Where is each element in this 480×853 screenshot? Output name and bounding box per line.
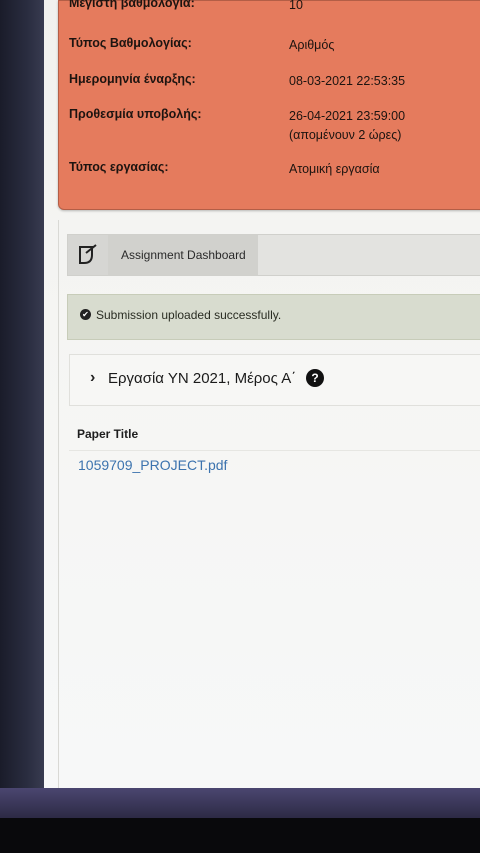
work-type-label: Τύπος εργασίας: bbox=[69, 160, 169, 174]
assignment-title: Εργασία ΥΝ 2021, Μέρος Α΄ bbox=[108, 370, 297, 387]
grade-type-label: Τύπος Βαθμολογίας: bbox=[69, 36, 192, 50]
paper-title-header: Paper Title bbox=[77, 427, 139, 441]
screen: Μέγιστη βαθμολογία: 10 Τύπος Βαθμολογίας… bbox=[44, 0, 480, 790]
help-icon[interactable]: ? bbox=[306, 369, 324, 387]
divider bbox=[69, 450, 480, 451]
tab-assignment-dashboard[interactable]: Assignment Dashboard bbox=[108, 235, 258, 275]
monitor-bezel bbox=[0, 0, 46, 790]
dashboard-icon bbox=[79, 244, 97, 264]
dashboard-icon-box bbox=[68, 235, 108, 275]
chevron-right-icon: › bbox=[90, 369, 96, 386]
tab-assignment-dashboard-label: Assignment Dashboard bbox=[121, 248, 246, 262]
assignment-expander[interactable]: › Εργασία ΥΝ 2021, Μέρος Α΄ ? bbox=[69, 354, 480, 406]
check-circle-icon: ✔ bbox=[80, 309, 91, 320]
max-grade-value: 10 bbox=[289, 0, 303, 12]
success-alert-message: Submission uploaded successfully. bbox=[96, 308, 282, 322]
max-grade-label: Μέγιστη βαθμολογία: bbox=[69, 0, 195, 10]
start-date-value: 08-03-2021 22:53:35 bbox=[289, 74, 406, 88]
work-type-value: Ατομική εργασία bbox=[289, 162, 380, 176]
deadline-remaining: (απομένουν 2 ώρες) bbox=[289, 128, 402, 142]
grade-type-value: Αριθμός bbox=[289, 38, 335, 52]
assignment-info-card: Μέγιστη βαθμολογία: 10 Τύπος Βαθμολογίας… bbox=[58, 0, 480, 210]
monitor-bottom-bezel bbox=[0, 788, 480, 818]
monitor-frame-bottom bbox=[0, 818, 480, 853]
deadline-value: 26-04-2021 23:59:00 bbox=[289, 109, 406, 123]
deadline-label: Προθεσμία υποβολής: bbox=[69, 107, 202, 121]
paper-file-link[interactable]: 1059709_PROJECT.pdf bbox=[78, 457, 227, 473]
assignment-dashboard-panel: Assignment Dashboard ✔ Submission upload… bbox=[58, 220, 480, 790]
success-alert: ✔ Submission uploaded successfully. bbox=[67, 294, 480, 340]
dashboard-header: Assignment Dashboard bbox=[67, 234, 480, 276]
start-date-label: Ημερομηνία έναρξης: bbox=[69, 72, 196, 86]
